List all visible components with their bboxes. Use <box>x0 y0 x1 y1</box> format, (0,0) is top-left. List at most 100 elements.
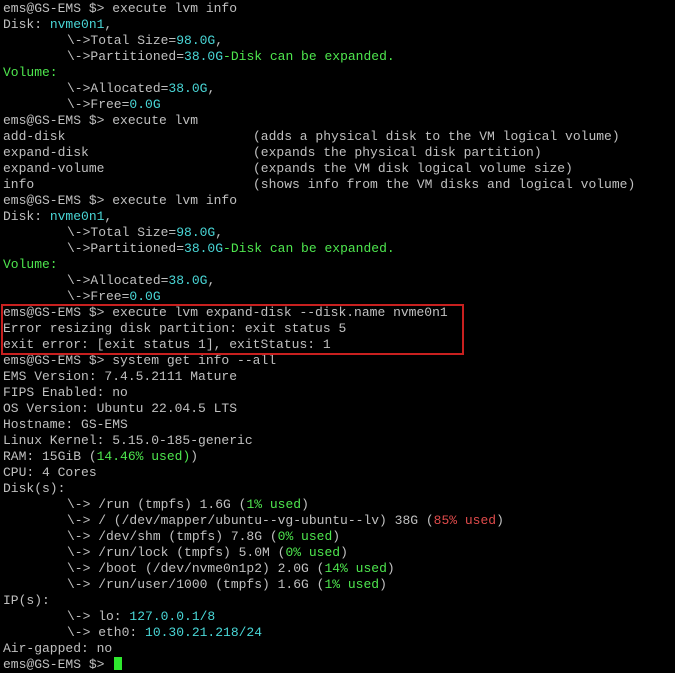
help-row: info (shows info from the VM disks and lo… <box>0 177 675 193</box>
cpu-line: CPU: 4 Cores <box>3 465 97 480</box>
disk-label: Disk: <box>3 17 50 32</box>
subcommand-name: add-disk <box>3 129 66 144</box>
command-line: ems@GS-EMS $> execute lvm info <box>0 1 675 17</box>
prompt: ems@GS-EMS $> <box>3 657 113 672</box>
disk-entry-text: \-> / (/dev/mapper/ubuntu--vg-ubuntu--lv… <box>67 513 434 528</box>
disk-line: Disk: nvme0n1, <box>0 17 675 33</box>
used-word: used <box>293 529 333 544</box>
prompt: ems@GS-EMS $> <box>3 113 113 128</box>
punctuation: , <box>215 225 224 240</box>
partitioned-value: 38.0G <box>184 241 224 256</box>
allocated-value: 38.0G <box>168 81 208 96</box>
disk-entry-text: \-> /boot (/dev/nvme0n1p2) 2.0G ( <box>67 561 325 576</box>
disk-usage-percent: 0% <box>277 529 294 544</box>
punctuation: ) <box>496 513 504 528</box>
disk-entry: \-> /dev/shm (tmpfs) 7.8G (0% used) <box>0 529 675 545</box>
command-line: ems@GS-EMS $> execute lvm expand-disk --… <box>0 305 675 321</box>
subcommand-desc: (expands the VM disk logical volume size… <box>253 161 573 176</box>
free-value: 0.0G <box>129 97 161 112</box>
subcommand-name: expand-volume <box>3 161 105 176</box>
expand-note: -Disk can be expanded. <box>223 49 395 64</box>
command-text: execute lvm expand-disk --disk.name nvme… <box>112 305 448 320</box>
subcommand-desc: (adds a physical disk to the VM logical … <box>253 129 620 144</box>
disk-usage-percent: 85% <box>433 513 458 528</box>
used-word: used <box>262 497 302 512</box>
disk-entry: \-> /run/user/1000 (tmpfs) 1.6G (1% used… <box>0 577 675 593</box>
disks-label: Disk(s): <box>3 481 66 496</box>
command-text: execute lvm info <box>112 1 238 16</box>
help-row: expand-volume (expands the VM disk logica… <box>0 161 675 177</box>
subcommand-desc: (expands the physical disk partition) <box>253 145 542 160</box>
allocated-label: \->Allocated= <box>67 273 169 288</box>
partitioned-label: \->Partitioned= <box>67 241 185 256</box>
allocated-label: \->Allocated= <box>67 81 169 96</box>
ip-entry: \-> eth0: 10.30.21.218/24 <box>0 625 675 641</box>
terminal-window[interactable]: ems@GS-EMS $> execute lvm info Disk: nvm… <box>0 0 675 672</box>
used-word: used) <box>143 449 191 464</box>
punctuation: ) <box>340 545 348 560</box>
punctuation: , <box>215 33 224 48</box>
kernel-line: Linux Kernel: 5.15.0-185-generic <box>3 433 253 448</box>
punctuation: ) <box>301 497 309 512</box>
hostname-line: Hostname: GS-EMS <box>3 417 128 432</box>
command-line: ems@GS-EMS $> execute lvm <box>0 113 675 129</box>
ems-version-line: EMS Version: 7.4.5.2111 Mature <box>3 369 238 384</box>
disk-name: nvme0n1 <box>49 17 105 32</box>
ip-address: 10.30.21.218/24 <box>145 625 263 640</box>
disk-entry: \-> / (/dev/mapper/ubuntu--vg-ubuntu--lv… <box>0 513 675 529</box>
disk-entry-text: \-> /dev/shm (tmpfs) 7.8G ( <box>67 529 278 544</box>
total-size-value: 98.0G <box>176 33 216 48</box>
partitioned-value: 38.0G <box>184 49 224 64</box>
fips-line: FIPS Enabled: no <box>3 385 128 400</box>
error-line: exit error: [exit status 1], exitStatus:… <box>3 337 331 352</box>
allocated-line: \->Allocated=38.0G, <box>0 273 675 289</box>
punctuation: , <box>104 17 113 32</box>
punctuation: ) <box>379 577 387 592</box>
punctuation: , <box>207 273 216 288</box>
subcommand-name: expand-disk <box>3 145 89 160</box>
prompt: ems@GS-EMS $> <box>3 193 113 208</box>
subcommand-name: info <box>3 177 35 192</box>
free-line: \->Free=0.0G <box>0 97 675 113</box>
disk-entry: \-> /boot (/dev/nvme0n1p2) 2.0G (14% use… <box>0 561 675 577</box>
interface-name: \-> eth0: <box>67 625 146 640</box>
ram-label: RAM: 15GiB ( <box>3 449 97 464</box>
used-word: used <box>301 545 341 560</box>
cursor-block-icon[interactable] <box>114 657 123 670</box>
disk-label: Disk: <box>3 209 50 224</box>
prompt: ems@GS-EMS $> <box>3 305 113 320</box>
partitioned-label: \->Partitioned= <box>67 49 185 64</box>
expand-note: -Disk can be expanded. <box>223 241 395 256</box>
ram-percent: 14.46% <box>96 449 144 464</box>
interface-name: \-> lo: <box>67 609 130 624</box>
allocated-line: \->Allocated=38.0G, <box>0 81 675 97</box>
error-line: Error resizing disk partition: exit stat… <box>3 321 347 336</box>
punctuation: ) <box>332 529 341 544</box>
disk-usage-percent: 1% <box>324 577 341 592</box>
used-word: used <box>340 577 380 592</box>
disk-name: nvme0n1 <box>49 209 105 224</box>
disk-entry-text: \-> /run (tmpfs) 1.6G ( <box>67 497 247 512</box>
free-label: \->Free= <box>67 97 130 112</box>
free-value: 0.0G <box>129 289 161 304</box>
ram-line: RAM: 15GiB (14.46% used)) <box>0 449 675 465</box>
volume-label: Volume: <box>3 65 58 80</box>
disk-usage-percent: 0% <box>285 545 302 560</box>
help-row: add-disk (adds a physical disk to the VM … <box>0 129 675 145</box>
volume-label: Volume: <box>3 257 58 272</box>
allocated-value: 38.0G <box>168 273 208 288</box>
punctuation: , <box>207 81 216 96</box>
partitioned-line: \->Partitioned=38.0G-Disk can be expande… <box>0 49 675 65</box>
ips-label: IP(s): <box>3 593 50 608</box>
disk-entry: \-> /run (tmpfs) 1.6G (1% used) <box>0 497 675 513</box>
total-size-line: \->Total Size=98.0G, <box>0 33 675 49</box>
total-size-line: \->Total Size=98.0G, <box>0 225 675 241</box>
punctuation: ) <box>190 449 199 464</box>
disk-usage-percent: 1% <box>246 497 263 512</box>
subcommand-desc: (shows info from the VM disks and logica… <box>253 177 636 192</box>
command-line: ems@GS-EMS $> execute lvm info <box>0 193 675 209</box>
disk-entry-text: \-> /run/user/1000 (tmpfs) 1.6G ( <box>67 577 325 592</box>
punctuation: ) <box>386 561 395 576</box>
command-text: execute lvm info <box>112 193 238 208</box>
command-text: system get info --all <box>112 353 277 368</box>
